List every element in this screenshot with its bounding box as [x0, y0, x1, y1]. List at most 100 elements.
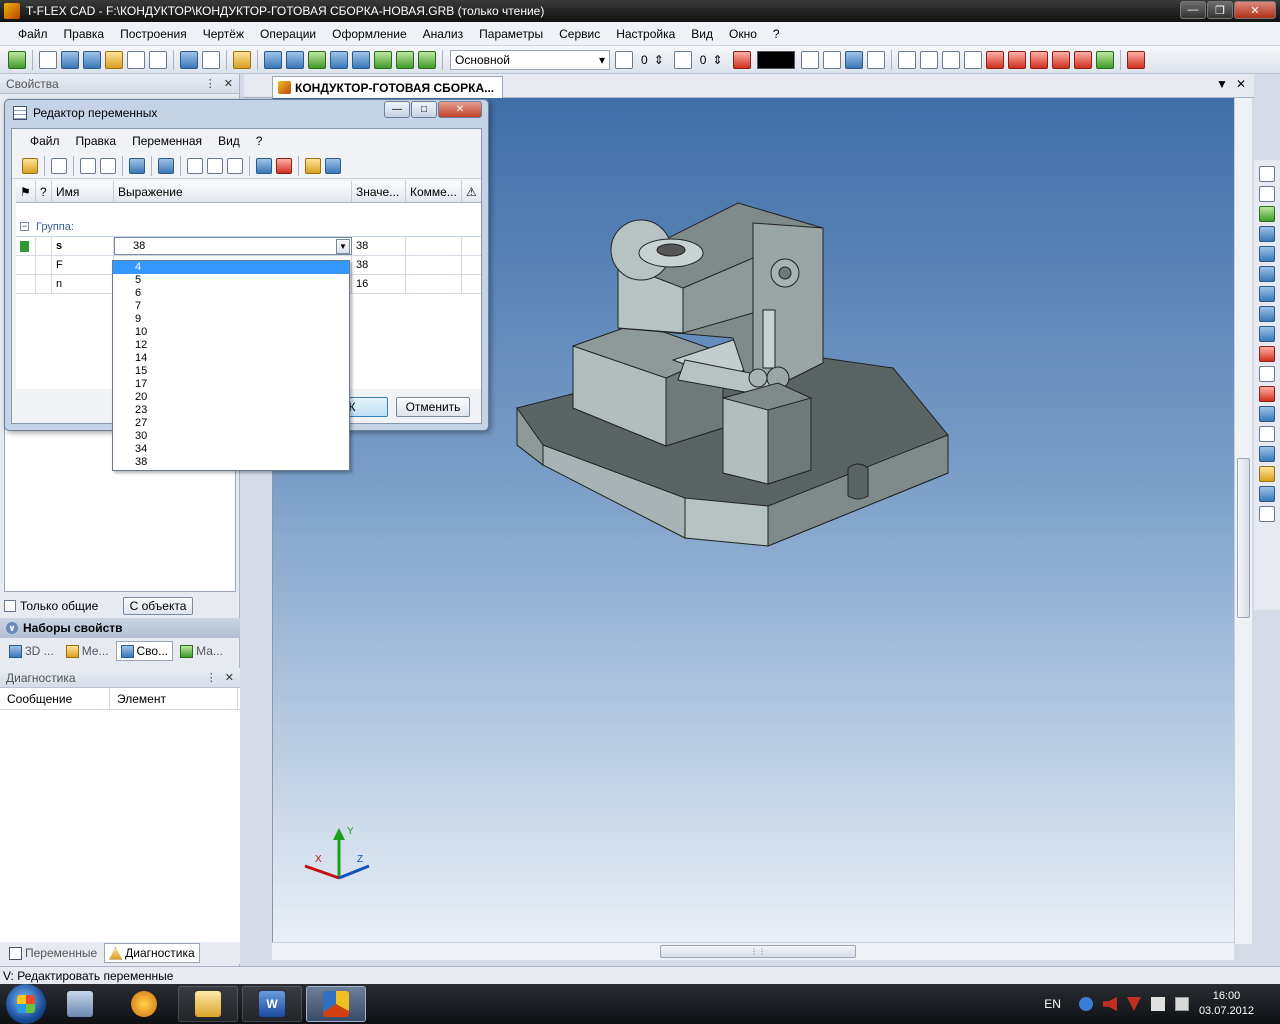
level-spin-icon[interactable]: ⇕	[654, 53, 664, 67]
start-button[interactable]	[6, 984, 46, 1024]
pin-icon[interactable]: ⋮	[205, 77, 216, 90]
menu-file[interactable]: Файл	[10, 27, 56, 41]
zoom-previous-icon[interactable]	[1259, 286, 1275, 302]
zoom-fit-icon[interactable]	[1259, 326, 1275, 342]
rotate-icon[interactable]	[1259, 346, 1275, 362]
measure-icon[interactable]	[1259, 486, 1275, 502]
menu-help[interactable]: ?	[765, 27, 788, 41]
property-sets-header[interactable]: ∨ Наборы свойств	[0, 618, 240, 638]
dialog-close-button[interactable]: ✕	[438, 101, 482, 118]
variable-name[interactable]: s	[52, 237, 114, 255]
column-question[interactable]: ?	[36, 181, 52, 202]
snap-nearest-icon[interactable]	[1051, 50, 1070, 69]
formula-icon[interactable]	[129, 157, 145, 174]
delete-icon[interactable]	[227, 157, 243, 174]
tab-menu[interactable]: Ме...	[61, 641, 114, 661]
print-icon[interactable]	[149, 50, 167, 69]
axes-icon[interactable]	[330, 50, 348, 69]
list-item[interactable]: 9	[113, 313, 349, 326]
power-icon[interactable]	[1174, 997, 1189, 1011]
volume-icon[interactable]	[1102, 997, 1117, 1011]
column-message[interactable]: Сообщение	[0, 688, 110, 709]
snap-middle-icon[interactable]	[919, 50, 938, 69]
tab-3d[interactable]: 3D ...	[4, 641, 59, 661]
list-item[interactable]: 23	[113, 404, 349, 417]
redo-icon[interactable]	[202, 50, 220, 69]
menu-window[interactable]: Окно	[721, 27, 765, 41]
list-item[interactable]: 15	[113, 365, 349, 378]
list-item[interactable]: 34	[113, 443, 349, 456]
filter-icon[interactable]	[800, 50, 819, 69]
taskbar-media-player[interactable]	[114, 986, 174, 1022]
save-icon[interactable]	[127, 50, 145, 69]
var-list-icon[interactable]	[305, 157, 321, 174]
copy-icon[interactable]	[187, 157, 203, 174]
zoom-out-icon[interactable]	[1259, 306, 1275, 322]
list-item[interactable]: 5	[113, 274, 349, 287]
line-icon[interactable]	[308, 50, 326, 69]
palette-icon[interactable]	[732, 50, 751, 69]
menu-settings[interactable]: Настройка	[608, 27, 683, 41]
close-button[interactable]: ✕	[1234, 1, 1276, 19]
snap-endpoint-icon[interactable]	[897, 50, 916, 69]
dlg-menu-help[interactable]: ?	[248, 134, 271, 148]
menu-operations[interactable]: Операции	[252, 27, 324, 41]
color-swatch[interactable]	[756, 50, 795, 69]
group-row[interactable]: − Группа:	[16, 217, 481, 237]
priority-spin-icon[interactable]: ⇕	[712, 53, 722, 67]
edit-pencil-icon[interactable]	[233, 50, 251, 69]
list-item[interactable]: 20	[113, 391, 349, 404]
list-item[interactable]: 30	[113, 430, 349, 443]
window-view-icon[interactable]	[1259, 506, 1275, 522]
window-icon[interactable]	[325, 157, 341, 174]
column-comment[interactable]: Комме...	[406, 181, 462, 202]
properties-icon[interactable]	[822, 50, 841, 69]
open-folder-icon[interactable]	[105, 50, 123, 69]
group-icon[interactable]	[276, 157, 292, 174]
restore-button[interactable]: ❐	[1207, 1, 1233, 19]
snap-all-icon[interactable]	[1095, 50, 1114, 69]
new-assembly-icon[interactable]	[83, 50, 101, 69]
clock[interactable]: 16:00 03.07.2012	[1199, 989, 1254, 1019]
language-indicator[interactable]: EN	[1044, 997, 1061, 1011]
close-icon[interactable]: ✕	[224, 77, 233, 90]
menu-view[interactable]: Вид	[683, 27, 721, 41]
network-icon[interactable]	[1150, 997, 1165, 1011]
menu-service[interactable]: Сервис	[551, 27, 608, 41]
document-tab[interactable]: КОНДУКТОР-ГОТОВАЯ СБОРКА...	[272, 76, 504, 98]
variable-comment[interactable]	[406, 256, 462, 274]
close-document-icon[interactable]: ✕	[1236, 77, 1246, 91]
pan-icon[interactable]	[1259, 366, 1275, 382]
taskbar-tflex[interactable]	[306, 986, 366, 1022]
list-item[interactable]: 38	[113, 456, 349, 469]
column-name[interactable]: Имя	[52, 181, 114, 202]
check-icon[interactable]	[1259, 206, 1275, 222]
grid-icon[interactable]	[264, 50, 282, 69]
list-item[interactable]: 14	[113, 352, 349, 365]
horizontal-scrollbar[interactable]: ⋮⋮	[272, 942, 1234, 960]
variable-name[interactable]: F	[52, 256, 114, 274]
dialog-maximize-button[interactable]: □	[411, 101, 437, 118]
sort-icon[interactable]	[256, 157, 272, 174]
flag-column-icon[interactable]: ⚑	[16, 181, 36, 202]
variable-editor-titlebar[interactable]: Редактор переменных — □ ✕	[5, 100, 488, 126]
list-item[interactable]: 10	[113, 326, 349, 339]
expression-dropdown[interactable]: 38 ▼	[114, 237, 352, 255]
magnet-icon[interactable]	[1259, 166, 1275, 182]
object-icon[interactable]	[1126, 50, 1145, 69]
close-icon[interactable]: ✕	[225, 671, 234, 684]
horizontal-scroll-thumb[interactable]: ⋮⋮	[660, 945, 856, 958]
list-item[interactable]: 27	[113, 417, 349, 430]
dialog-minimize-button[interactable]: —	[384, 101, 410, 118]
variable-comment[interactable]	[406, 275, 462, 293]
snap-quadrant-icon[interactable]	[1073, 50, 1092, 69]
cursor-icon[interactable]	[844, 50, 863, 69]
hidden-lines-icon[interactable]	[1259, 426, 1275, 442]
list-item[interactable]: 7	[113, 300, 349, 313]
level-value[interactable]: 0	[641, 53, 648, 67]
column-value[interactable]: Значе...	[352, 181, 406, 202]
taskbar-explorer[interactable]	[178, 986, 238, 1022]
tab-properties[interactable]: Сво...	[115, 641, 174, 661]
vertical-scroll-thumb[interactable]	[1237, 458, 1250, 618]
3d-view-icon[interactable]	[374, 50, 392, 69]
